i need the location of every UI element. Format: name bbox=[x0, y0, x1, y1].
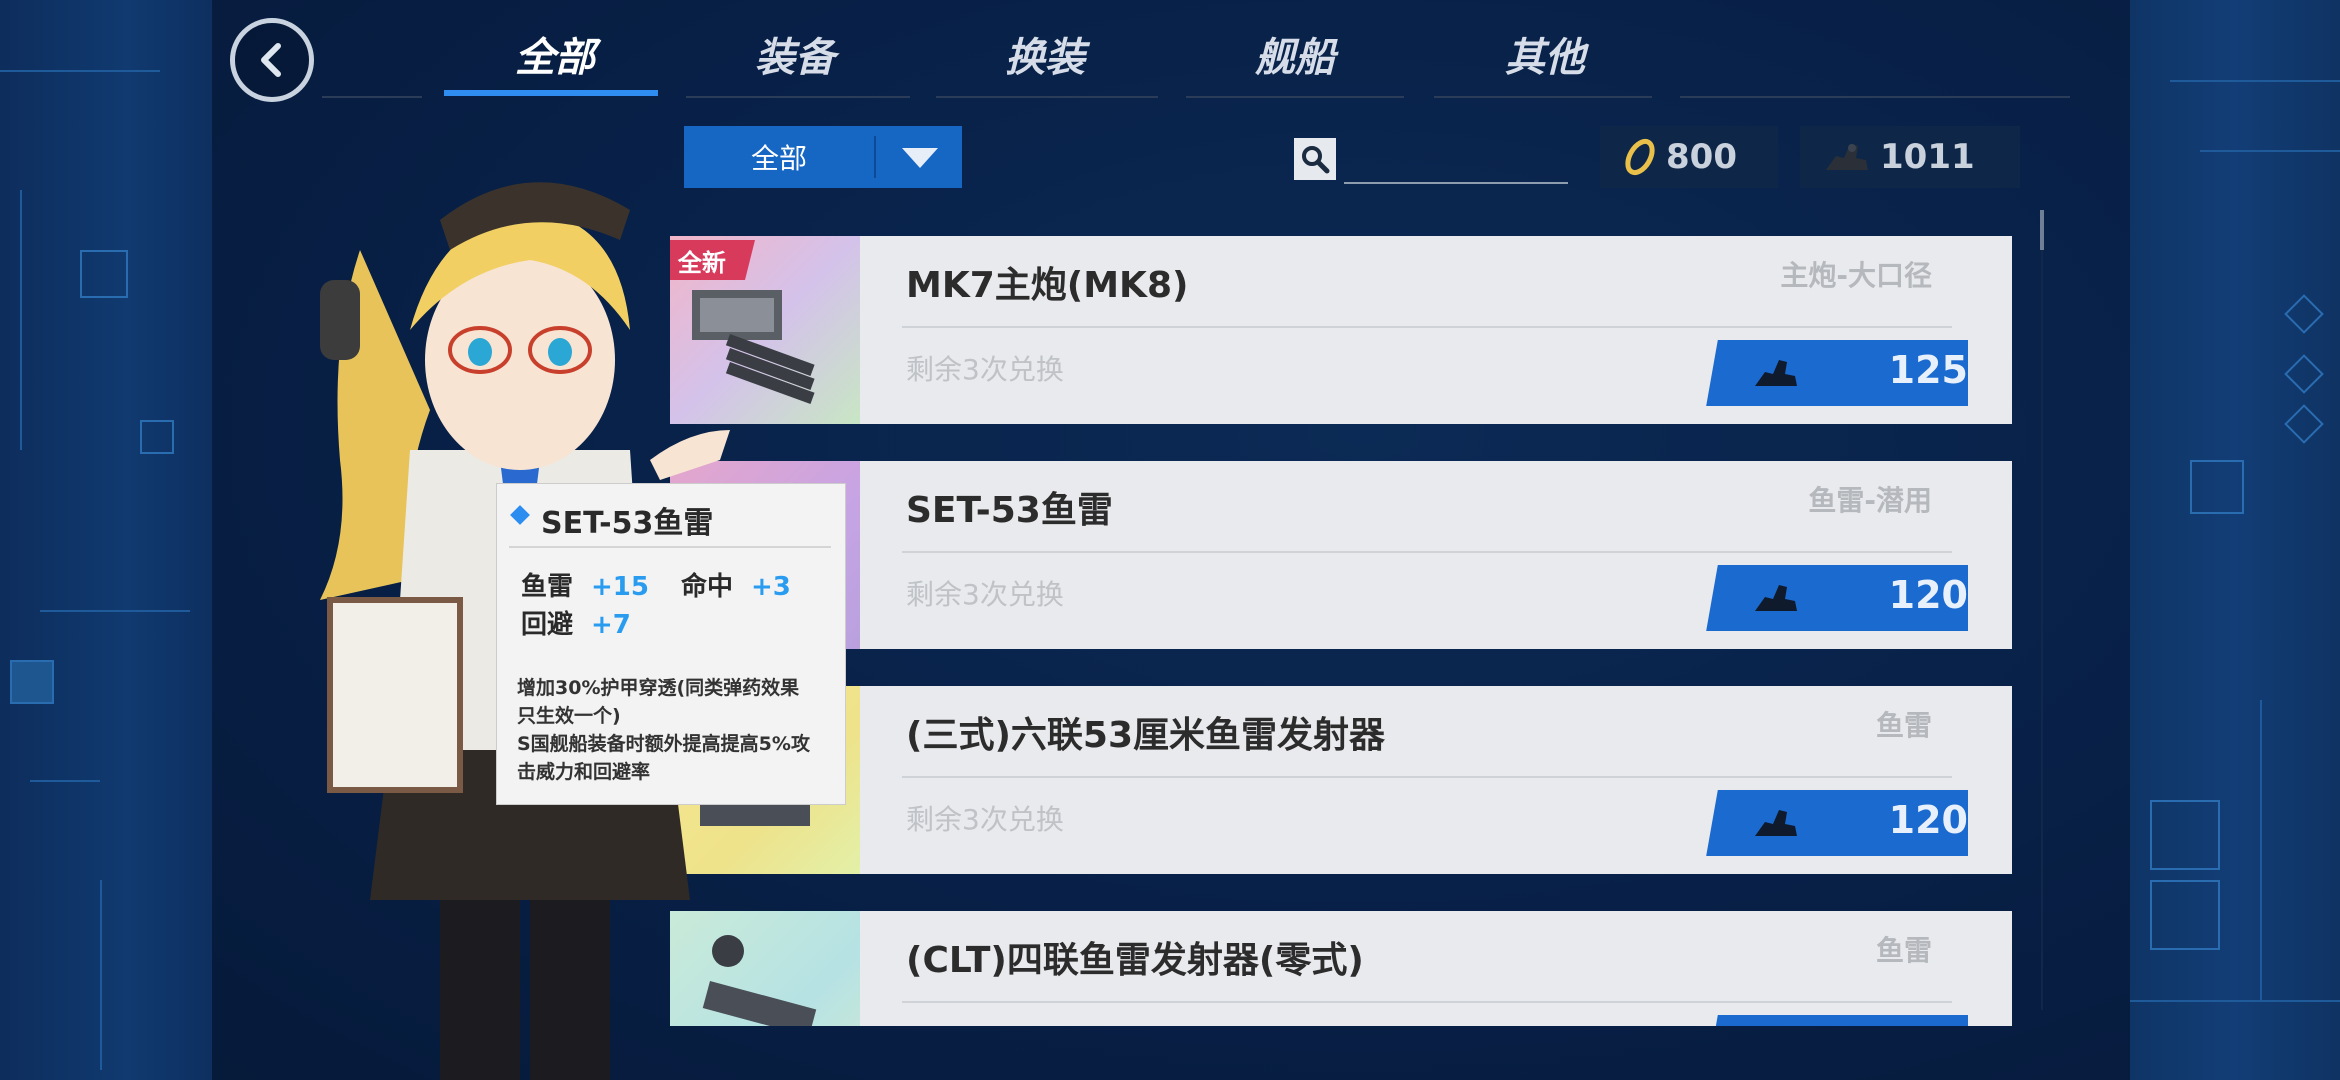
list-item[interactable]: 全新 MK7主炮(MK8) 主炮-大口径 剩余3次兑换 125 bbox=[670, 236, 2012, 424]
item-remaining: 剩余3次兑换 bbox=[906, 578, 1064, 611]
list-item[interactable]: SET-53鱼雷 鱼雷-潜用 剩余3次兑换 120 bbox=[670, 461, 2012, 649]
search-icon bbox=[1302, 146, 1330, 174]
search-input[interactable] bbox=[1344, 132, 1568, 184]
tab-divider bbox=[1680, 96, 2070, 98]
tab-skins[interactable]: 换装 bbox=[930, 14, 1160, 94]
back-button[interactable] bbox=[230, 18, 314, 102]
item-name: (三式)六联53厘米鱼雷发射器 bbox=[906, 715, 1386, 756]
tab-divider bbox=[322, 96, 422, 98]
tab-divider bbox=[686, 96, 910, 98]
exchange-price-button[interactable]: 120 bbox=[1722, 565, 1968, 631]
chevron-left-icon bbox=[261, 43, 281, 77]
tab-equipment[interactable]: 装备 bbox=[680, 14, 910, 94]
medal-amount: 1011 bbox=[1880, 137, 1975, 177]
item-divider bbox=[902, 551, 1952, 553]
list-item[interactable]: (三式)六联53厘米鱼雷发射器 鱼雷 剩余3次兑换 120 bbox=[670, 686, 2012, 874]
tab-divider bbox=[936, 96, 1158, 98]
tab-bar: 全部 装备 换装 舰船 其他 bbox=[440, 14, 2070, 104]
item-remaining: 剩余3次兑换 bbox=[906, 803, 1064, 836]
item-divider bbox=[902, 326, 1952, 328]
item-divider bbox=[902, 1001, 1952, 1003]
scrollbar-track bbox=[2041, 210, 2043, 1010]
diamond-icon bbox=[510, 505, 530, 525]
left-decor-panel bbox=[0, 0, 212, 1080]
item-list: 全新 MK7主炮(MK8) 主炮-大口径 剩余3次兑换 125 SET-53鱼雷… bbox=[670, 236, 2012, 1026]
tooltip-description: 增加30%护甲穿透(同类弹药效果 只生效一个) S国舰船装备时额外提高提高5%攻… bbox=[517, 677, 810, 783]
torpedo-medal-icon bbox=[1755, 810, 1797, 836]
item-name: MK7主炮(MK8) bbox=[906, 265, 1189, 306]
tooltip-stat: 回避 +7 bbox=[521, 610, 631, 640]
tab-ships[interactable]: 舰船 bbox=[1180, 14, 1410, 94]
tab-other[interactable]: 其他 bbox=[1430, 14, 1660, 94]
dropdown-separator bbox=[874, 136, 876, 178]
torpedo-medal-icon bbox=[1755, 360, 1797, 386]
item-name: SET-53鱼雷 bbox=[906, 490, 1113, 531]
torpedo-medal-icon bbox=[1826, 144, 1868, 170]
exchange-price-button[interactable]: 125 bbox=[1722, 340, 1968, 406]
item-category: 主炮-大口径 bbox=[1780, 259, 1932, 292]
search-button[interactable] bbox=[1294, 138, 1336, 180]
item-category: 鱼雷 bbox=[1875, 709, 1932, 742]
exchange-price-button[interactable]: 120 bbox=[1722, 790, 1968, 856]
tab-divider bbox=[1186, 96, 1404, 98]
tooltip-divider bbox=[509, 546, 831, 548]
coin-amount: 800 bbox=[1666, 137, 1737, 177]
right-decor-panel bbox=[2130, 0, 2340, 1080]
tab-divider bbox=[1434, 96, 1652, 98]
item-category: 鱼雷-潜用 bbox=[1808, 484, 1932, 517]
tooltip-stat: 命中 +3 bbox=[681, 572, 791, 602]
coin-icon bbox=[1625, 138, 1655, 176]
scrollbar-thumb[interactable] bbox=[2040, 210, 2044, 250]
price-value: 125 bbox=[1888, 348, 1968, 392]
tooltip-title: SET-53鱼雷 bbox=[541, 506, 714, 541]
chevron-down-icon bbox=[902, 148, 938, 168]
item-remaining: 剩余3次兑换 bbox=[906, 353, 1064, 386]
item-tooltip: SET-53鱼雷 鱼雷 +15 命中 +3 回避 +7 增加30%护甲穿透(同类弹药效… bbox=[496, 483, 846, 805]
torpedo-medal-icon bbox=[1755, 585, 1797, 611]
price-value: 120 bbox=[1888, 798, 1968, 842]
item-divider bbox=[902, 776, 1952, 778]
exchange-price-button[interactable] bbox=[1722, 1015, 1968, 1026]
medal-counter: 1011 bbox=[1800, 126, 2020, 188]
price-value: 120 bbox=[1888, 573, 1968, 617]
tooltip-stat: 鱼雷 +15 bbox=[521, 572, 649, 602]
item-name: (CLT)四联鱼雷发射器(零式) bbox=[906, 940, 1364, 981]
coin-counter: 800 bbox=[1600, 126, 1778, 188]
tab-all[interactable]: 全部 bbox=[440, 14, 670, 96]
item-category: 鱼雷 bbox=[1875, 934, 1932, 967]
list-item[interactable]: (CLT)四联鱼雷发射器(零式) 鱼雷 bbox=[670, 911, 2012, 1026]
